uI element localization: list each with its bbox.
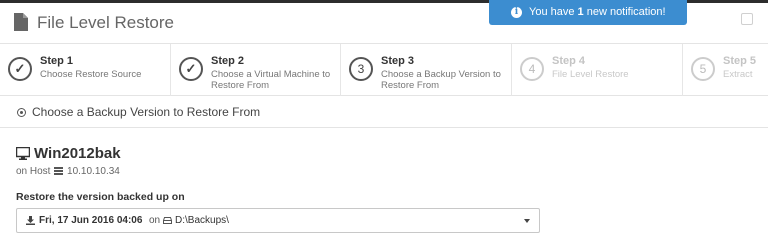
hard-drive-icon [163, 217, 172, 224]
on-text: on [149, 215, 161, 226]
step-description: File Level Restore [552, 69, 629, 80]
wizard-steps: ✓ Step 1 Choose Restore Source ✓ Step 2 … [0, 44, 768, 96]
section-title: Choose a Backup Version to Restore From [32, 105, 261, 119]
monitor-icon [16, 147, 30, 160]
backup-date: Fri, 17 Jun 2016 04:06 [39, 215, 143, 226]
host-ip: 10.10.10.34 [67, 166, 120, 177]
step-title: Step 4 [552, 55, 586, 67]
notification-message: You have 1 new notification! [529, 6, 666, 18]
info-icon: i [511, 7, 522, 18]
step-number: 3 [349, 57, 373, 81]
step-description: Extract [723, 69, 753, 80]
header-checkbox[interactable] [741, 13, 753, 25]
host-info: on Host 10.10.10.34 [16, 166, 120, 177]
radio-icon [17, 108, 26, 117]
step-3[interactable]: 3 Step 3 Choose a Backup Version to Rest… [341, 44, 512, 96]
caret-down-icon [524, 219, 530, 223]
step-5: 5 Step 5 Extract [683, 44, 768, 96]
download-icon [26, 216, 35, 225]
step-description: Choose a Backup Version to Restore From [381, 69, 501, 91]
step-number: 4 [520, 57, 544, 81]
restore-version-label: Restore the version backed up on [16, 191, 185, 203]
step-description: Choose a Virtual Machine to Restore From [211, 69, 331, 91]
step-2[interactable]: ✓ Step 2 Choose a Virtual Machine to Res… [171, 44, 341, 96]
server-icon [54, 167, 64, 175]
backup-path: D:\Backups\ [175, 215, 229, 226]
check-icon: ✓ [8, 57, 32, 81]
step-number: 5 [691, 57, 715, 81]
page-title: File Level Restore [37, 13, 175, 32]
vm-name: Win2012bak [34, 145, 121, 162]
step-description: Choose Restore Source [40, 69, 142, 80]
step-1[interactable]: ✓ Step 1 Choose Restore Source [0, 44, 171, 96]
step-4: 4 Step 4 File Level Restore [512, 44, 683, 96]
step-title: Step 1 [40, 55, 74, 67]
step-title: Step 2 [211, 55, 245, 67]
host-prefix: on Host [16, 166, 51, 177]
section-header: Choose a Backup Version to Restore From [0, 97, 768, 128]
backup-version-select[interactable]: Fri, 17 Jun 2016 04:06 on D:\Backups\ [16, 208, 540, 233]
step-title: Step 5 [723, 55, 757, 67]
document-icon [14, 13, 28, 31]
check-icon: ✓ [179, 57, 203, 81]
step-title: Step 3 [381, 55, 415, 67]
notification-banner[interactable]: i You have 1 new notification! [489, 0, 687, 25]
